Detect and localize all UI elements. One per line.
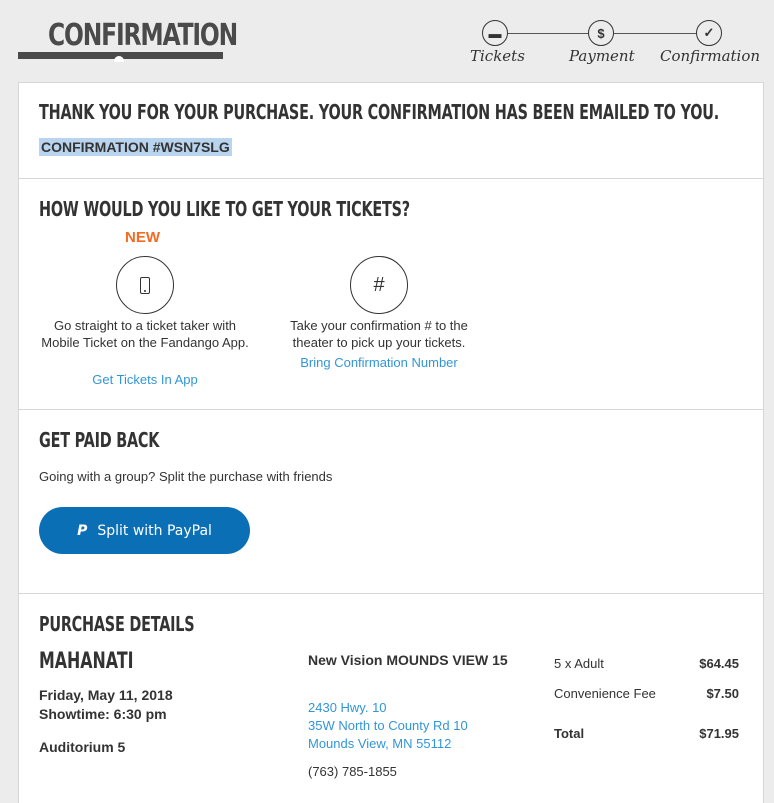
- auditorium: Auditorium 5: [39, 739, 126, 755]
- thanks-section: THANK YOU FOR YOUR PURCHASE. YOUR CONFIR…: [19, 83, 763, 179]
- mobile-phone-icon: [116, 256, 174, 314]
- step-payment-label: Payment: [569, 47, 635, 65]
- movie-title: MAHANATI: [39, 649, 134, 674]
- confirmation-card: THANK YOU FOR YOUR PURCHASE. YOUR CONFIR…: [18, 82, 764, 803]
- pickup-description: Take your confirmation # to the theater …: [290, 318, 468, 350]
- delivery-heading: HOW WOULD YOU LIKE TO GET YOUR TICKETS?: [39, 197, 410, 221]
- dollar-icon: $: [588, 20, 614, 46]
- adult-ticket-label: 5 x Adult: [554, 656, 604, 671]
- bring-confirmation-number-link[interactable]: Bring Confirmation Number: [274, 355, 484, 370]
- theater-phone: (763) 785-1855: [308, 764, 397, 779]
- convenience-fee-link[interactable]: Convenience Fee: [554, 686, 656, 701]
- step-tickets-label: Tickets: [470, 47, 525, 65]
- address-line-1[interactable]: 2430 Hwy. 10: [308, 699, 387, 717]
- title-underline-notch: [114, 56, 124, 62]
- purchase-details-heading: PURCHASE DETAILS: [39, 612, 195, 636]
- get-tickets-in-app-link[interactable]: Get Tickets In App: [41, 372, 249, 387]
- showtime: Showtime: 6:30 pm: [39, 706, 167, 722]
- new-badge: NEW: [125, 229, 160, 246]
- address-line-3[interactable]: Mounds View, MN 55112: [308, 735, 451, 753]
- split-description: Going with a group? Split the purchase w…: [39, 469, 333, 484]
- adult-ticket-price: $64.45: [699, 656, 739, 671]
- total-label: Total: [554, 726, 585, 741]
- total-price: $71.95: [699, 726, 739, 741]
- paid-back-heading: GET PAID BACK: [39, 428, 160, 452]
- paypal-icon: P: [77, 522, 88, 539]
- address-line-2[interactable]: 35W North to County Rd 10: [308, 717, 468, 735]
- thanks-heading: THANK YOU FOR YOUR PURCHASE. YOUR CONFIR…: [39, 100, 719, 124]
- step-confirmation-label: Confirmation: [660, 47, 761, 65]
- check-icon: ✓: [696, 20, 722, 46]
- hash-icon: #: [350, 256, 408, 314]
- paypal-button-label: Split with PayPal: [97, 522, 212, 539]
- theater-name: New Vision MOUNDS VIEW 15: [308, 652, 508, 668]
- confirmation-number[interactable]: CONFIRMATION #WSN7SLG: [39, 138, 232, 156]
- page-header: CONFIRMATION ▬ Tickets $ Payment ✓ Confi…: [0, 0, 774, 82]
- ticket-icon: ▬: [482, 20, 508, 46]
- paid-back-section: GET PAID BACK: [19, 410, 763, 594]
- mobile-ticket-description: Go straight to a ticket taker with Mobil…: [41, 318, 249, 350]
- convenience-fee-price: $7.50: [706, 686, 739, 701]
- split-with-paypal-button[interactable]: P Split with PayPal: [39, 507, 250, 554]
- show-date: Friday, May 11, 2018: [39, 687, 173, 703]
- page-title: CONFIRMATION: [48, 18, 238, 53]
